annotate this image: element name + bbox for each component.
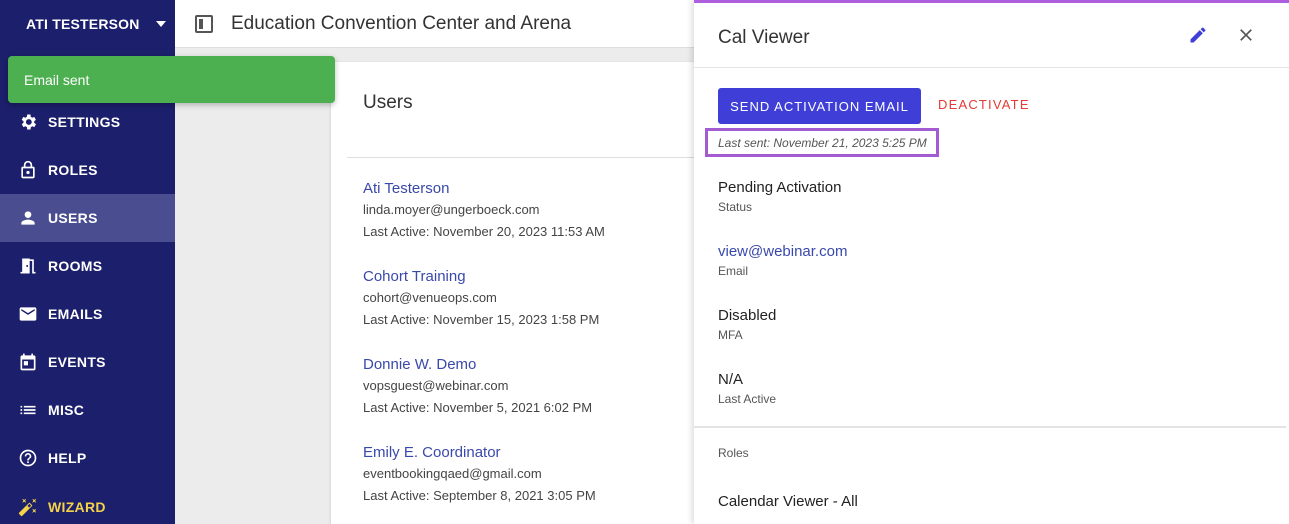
last-active-field: N/A Last Active (718, 371, 776, 406)
envelope-icon (18, 304, 38, 324)
list-item[interactable]: Emily E. Coordinator eventbookingqaed@gm… (363, 444, 596, 503)
deactivate-button[interactable]: DEACTIVATE (938, 97, 1030, 112)
send-activation-email-button[interactable]: SEND ACTIVATION EMAIL (718, 88, 921, 124)
top-bar: Education Convention Center and Arena (175, 0, 695, 48)
lock-icon (18, 160, 38, 180)
sidebar-item-label: MISC (48, 402, 85, 418)
sidebar-item-label: HELP (48, 450, 87, 466)
role-value: Calendar Viewer - All (718, 493, 858, 510)
sidebar-item-settings[interactable]: SETTINGS (0, 98, 175, 146)
page-title: Education Convention Center and Arena (231, 12, 572, 34)
sidebar-item-label: USERS (48, 210, 98, 226)
status-label: Status (718, 200, 753, 214)
user-name-link[interactable]: Donnie W. Demo (363, 356, 592, 373)
divider (694, 426, 1286, 428)
sidebar-item-label: WIZARD (48, 499, 106, 515)
user-menu[interactable]: ATI TESTERSON (0, 0, 175, 48)
sidebar-item-misc[interactable]: MISC (0, 386, 175, 434)
user-email: vopsguest@webinar.com (363, 378, 509, 393)
user-last-active: Last Active: November 5, 2021 6:02 PM (363, 400, 593, 415)
mfa-value: Disabled (718, 307, 777, 324)
users-card: Users Ati Testerson linda.moyer@ungerboe… (331, 62, 701, 524)
close-icon[interactable] (1236, 25, 1256, 45)
email-field: view@webinar.com Email (718, 243, 847, 278)
last-sent-timestamp: Last sent: November 21, 2023 5:25 PM (705, 128, 939, 157)
sidebar-item-wizard[interactable]: WIZARD (0, 483, 175, 524)
sidebar-item-label: EVENTS (48, 354, 106, 370)
sidebar-item-roles[interactable]: ROLES (0, 146, 175, 194)
calendar-icon (18, 352, 38, 372)
sidebar-item-label: EMAILS (48, 306, 103, 322)
caret-down-icon (155, 21, 166, 27)
roles-label: Roles (718, 446, 749, 460)
sidebar-item-rooms[interactable]: ROOMS (0, 242, 175, 290)
status-field: Pending Activation Status (718, 179, 841, 214)
user-name-link[interactable]: Emily E. Coordinator (363, 444, 596, 461)
last-active-value: N/A (718, 371, 744, 388)
sidebar-item-label: ROLES (48, 162, 98, 178)
mfa-label: MFA (718, 328, 743, 342)
pencil-icon[interactable] (1188, 25, 1208, 45)
user-email: eventbookingqaed@gmail.com (363, 466, 542, 481)
user-last-active: Last Active: November 15, 2023 1:58 PM (363, 312, 600, 327)
list-item[interactable]: Donnie W. Demo vopsguest@webinar.com Las… (363, 356, 592, 415)
user-name-link[interactable]: Cohort Training (363, 268, 599, 285)
last-active-label: Last Active (718, 392, 777, 406)
sidebar-item-help[interactable]: HELP (0, 434, 175, 482)
divider (347, 157, 701, 158)
mfa-field: Disabled MFA (718, 307, 776, 342)
user-detail-panel: Cal Viewer SEND ACTIVATION EMAIL DEACTIV… (694, 0, 1289, 524)
email-link[interactable]: view@webinar.com (718, 243, 847, 260)
help-icon (18, 448, 38, 468)
gear-icon (18, 112, 38, 132)
user-last-active: Last Active: November 20, 2023 11:53 AM (363, 224, 605, 239)
divider (694, 67, 1289, 68)
users-heading: Users (363, 92, 413, 113)
toast-notification: Email sent (8, 56, 335, 103)
user-email: linda.moyer@ungerboeck.com (363, 202, 540, 217)
list-item[interactable]: Cohort Training cohort@venueops.com Last… (363, 268, 599, 327)
sidebar-item-emails[interactable]: EMAILS (0, 290, 175, 338)
door-icon (18, 256, 38, 276)
toast-message: Email sent (24, 71, 90, 88)
user-name-link[interactable]: Ati Testerson (363, 180, 605, 197)
email-label: Email (718, 264, 749, 278)
sidebar-toggle-icon[interactable] (195, 14, 213, 33)
user-last-active: Last Active: September 8, 2021 3:05 PM (363, 488, 596, 503)
user-email: cohort@venueops.com (363, 290, 497, 305)
person-icon (18, 208, 38, 228)
magic-wand-icon (18, 497, 38, 517)
sidebar-item-users[interactable]: USERS (0, 194, 175, 242)
last-sent-text: Last sent: November 21, 2023 5:25 PM (718, 135, 927, 150)
user-name: ATI TESTERSON (26, 16, 140, 32)
list-item[interactable]: Ati Testerson linda.moyer@ungerboeck.com… (363, 180, 605, 239)
list-icon (18, 400, 38, 420)
status-value: Pending Activation (718, 179, 842, 196)
sidebar-item-events[interactable]: EVENTS (0, 338, 175, 386)
sidebar-item-label: SETTINGS (48, 114, 121, 130)
panel-title: Cal Viewer (718, 27, 810, 48)
sidebar-item-label: ROOMS (48, 258, 103, 274)
